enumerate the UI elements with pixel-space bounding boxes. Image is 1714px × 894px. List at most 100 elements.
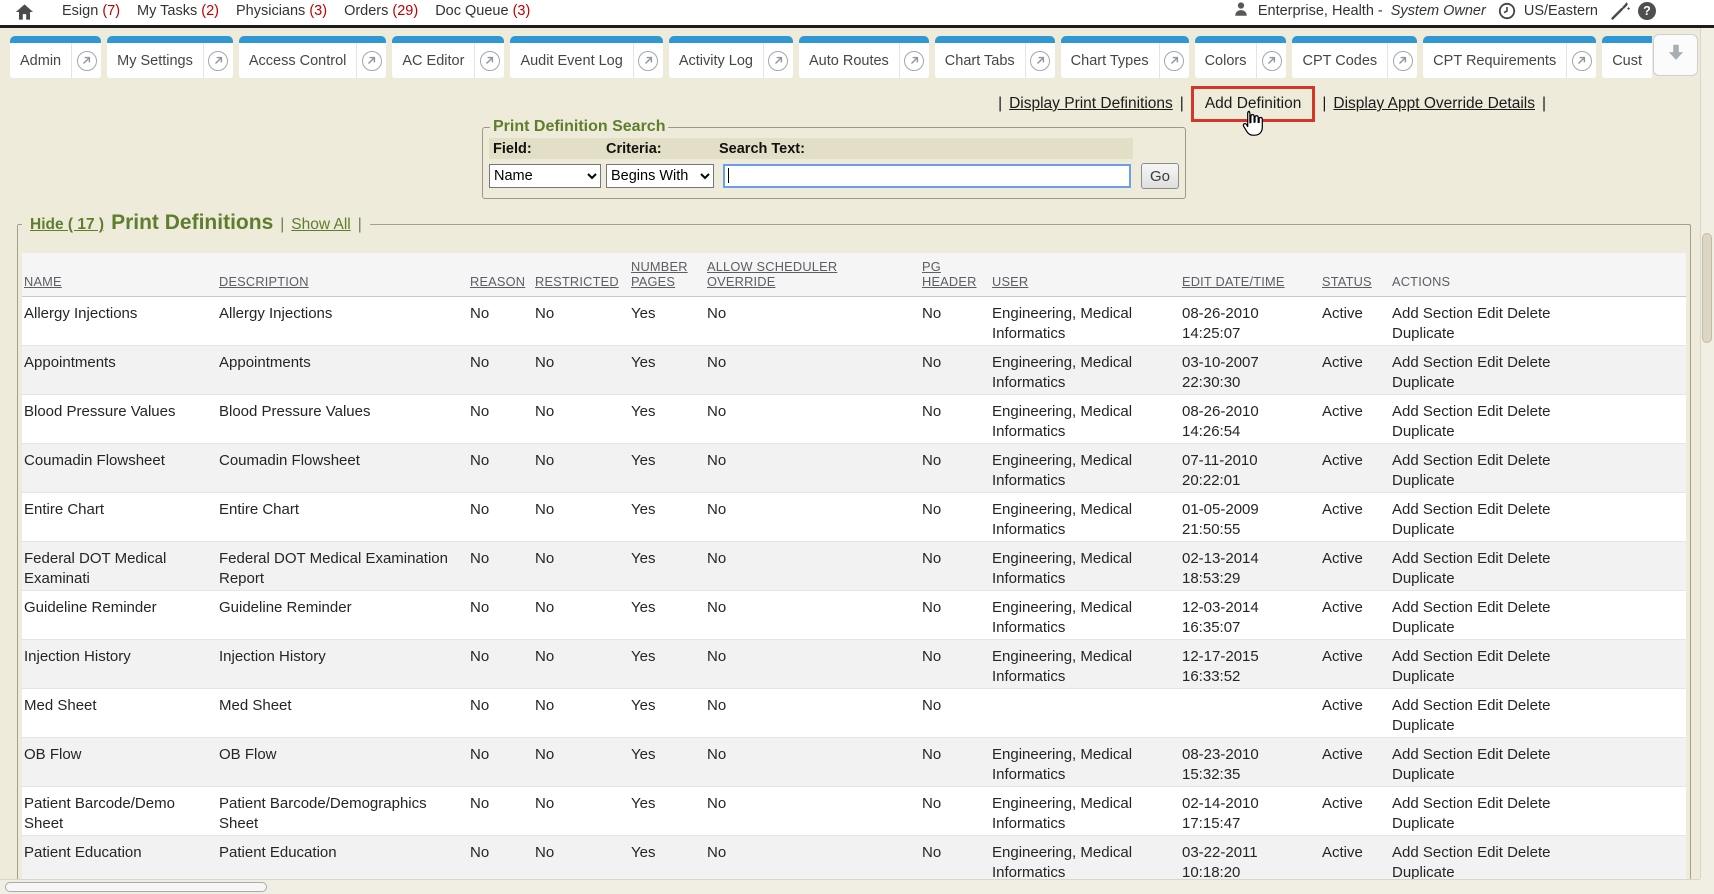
action-add-section-link[interactable]: Add Section xyxy=(1392,795,1473,812)
tab-audit-event-log[interactable]: Audit Event Log xyxy=(510,36,662,78)
action-edit-link[interactable]: Edit xyxy=(1477,305,1503,322)
column-header-edit-datetime[interactable]: EDIT DATE/TIME xyxy=(1180,253,1320,297)
action-edit-link[interactable]: Edit xyxy=(1477,648,1503,665)
action-add-section-link[interactable]: Add Section xyxy=(1392,746,1473,763)
action-add-section-link[interactable]: Add Section xyxy=(1392,305,1473,322)
open-in-new-icon[interactable] xyxy=(362,51,382,71)
open-in-new-icon[interactable] xyxy=(1030,51,1050,71)
tab-ac-editor[interactable]: AC Editor xyxy=(392,36,504,78)
column-header-name[interactable]: NAME xyxy=(22,253,217,297)
action-edit-link[interactable]: Edit xyxy=(1477,501,1503,518)
criteria-select[interactable]: Begins With xyxy=(606,164,714,188)
horizontal-scrollbar-thumb[interactable] xyxy=(5,882,267,892)
action-add-section-link[interactable]: Add Section xyxy=(1392,844,1473,861)
open-in-new-icon[interactable] xyxy=(768,51,788,71)
tab-cpt-codes[interactable]: CPT Codes xyxy=(1292,36,1417,78)
open-in-new-icon[interactable] xyxy=(1262,51,1282,71)
action-add-section-link[interactable]: Add Section xyxy=(1392,648,1473,665)
action-edit-link[interactable]: Edit xyxy=(1477,697,1503,714)
action-delete-link[interactable]: Delete xyxy=(1507,403,1550,420)
search-text-input[interactable] xyxy=(723,164,1131,188)
topbar-nav-item-esign[interactable]: Esign (7) xyxy=(62,3,120,19)
topbar-nav-item-doc-queue[interactable]: Doc Queue (3) xyxy=(435,3,530,19)
action-add-section-link[interactable]: Add Section xyxy=(1392,599,1473,616)
vertical-scrollbar[interactable] xyxy=(1700,28,1714,894)
action-edit-link[interactable]: Edit xyxy=(1477,795,1503,812)
column-header-restricted[interactable]: RESTRICTED xyxy=(533,253,629,297)
tab-admin[interactable]: Admin xyxy=(10,36,101,78)
column-header-allow-scheduler-override[interactable]: ALLOW SCHEDULEROVERRIDE xyxy=(705,253,920,297)
tab-auto-routes[interactable]: Auto Routes xyxy=(799,36,929,78)
wand-icon[interactable] xyxy=(1610,1,1630,21)
action-add-section-link[interactable]: Add Section xyxy=(1392,403,1473,420)
home-icon[interactable] xyxy=(14,2,35,21)
tab-chart-types[interactable]: Chart Types xyxy=(1061,36,1189,78)
action-delete-link[interactable]: Delete xyxy=(1507,746,1550,763)
action-duplicate-link[interactable]: Duplicate xyxy=(1392,766,1455,783)
action-add-section-link[interactable]: Add Section xyxy=(1392,354,1473,371)
open-in-new-icon[interactable] xyxy=(1164,51,1184,71)
action-add-section-link[interactable]: Add Section xyxy=(1392,501,1473,518)
action-delete-link[interactable]: Delete xyxy=(1507,550,1550,567)
open-in-new-icon[interactable] xyxy=(638,51,658,71)
action-duplicate-link[interactable]: Duplicate xyxy=(1392,815,1455,832)
field-select[interactable]: Name xyxy=(489,164,601,188)
action-delete-link[interactable]: Delete xyxy=(1507,305,1550,322)
action-delete-link[interactable]: Delete xyxy=(1507,599,1550,616)
topbar-nav-item-orders[interactable]: Orders (29) xyxy=(344,3,418,19)
open-in-new-icon[interactable] xyxy=(480,51,500,71)
action-delete-link[interactable]: Delete xyxy=(1507,648,1550,665)
action-edit-link[interactable]: Edit xyxy=(1477,746,1503,763)
action-delete-link[interactable]: Delete xyxy=(1507,354,1550,371)
action-duplicate-link[interactable]: Duplicate xyxy=(1392,472,1455,489)
action-duplicate-link[interactable]: Duplicate xyxy=(1392,325,1455,342)
tab-chart-tabs[interactable]: Chart Tabs xyxy=(935,36,1055,78)
tab-cpt-requirements[interactable]: CPT Requirements xyxy=(1423,36,1596,78)
action-duplicate-link[interactable]: Duplicate xyxy=(1392,570,1455,587)
action-edit-link[interactable]: Edit xyxy=(1477,452,1503,469)
action-delete-link[interactable]: Delete xyxy=(1507,697,1550,714)
action-edit-link[interactable]: Edit xyxy=(1477,354,1503,371)
action-delete-link[interactable]: Delete xyxy=(1507,452,1550,469)
action-duplicate-link[interactable]: Duplicate xyxy=(1392,619,1455,636)
column-header-pg-header[interactable]: PGHEADER xyxy=(920,253,990,297)
column-header-status[interactable]: STATUS xyxy=(1320,253,1390,297)
action-duplicate-link[interactable]: Duplicate xyxy=(1392,423,1455,440)
action-edit-link[interactable]: Edit xyxy=(1477,403,1503,420)
action-duplicate-link[interactable]: Duplicate xyxy=(1392,521,1455,538)
column-header-number-pages[interactable]: NUMBERPAGES xyxy=(629,253,705,297)
action-duplicate-link[interactable]: Duplicate xyxy=(1392,668,1455,685)
tab-activity-log[interactable]: Activity Log xyxy=(669,36,793,78)
tab-my-settings[interactable]: My Settings xyxy=(107,36,233,78)
action-delete-link[interactable]: Delete xyxy=(1507,844,1550,861)
add-definition-link[interactable]: Add Definition xyxy=(1191,86,1316,122)
topbar-nav-item-physicians[interactable]: Physicians (3) xyxy=(236,3,327,19)
open-in-new-icon[interactable] xyxy=(1393,51,1413,71)
vertical-scrollbar-thumb[interactable] xyxy=(1702,233,1712,343)
tab-access-control[interactable]: Access Control xyxy=(239,36,387,78)
action-duplicate-link[interactable]: Duplicate xyxy=(1392,374,1455,391)
action-add-section-link[interactable]: Add Section xyxy=(1392,550,1473,567)
topbar-nav-item-my-tasks[interactable]: My Tasks (2) xyxy=(137,3,219,19)
go-button[interactable]: Go xyxy=(1141,163,1179,189)
tab-overflow-button[interactable] xyxy=(1653,34,1698,76)
open-in-new-icon[interactable] xyxy=(77,51,97,71)
open-in-new-icon[interactable] xyxy=(904,51,924,71)
action-duplicate-link[interactable]: Duplicate xyxy=(1392,864,1455,881)
action-delete-link[interactable]: Delete xyxy=(1507,795,1550,812)
open-in-new-icon[interactable] xyxy=(1572,51,1592,71)
column-header-reason[interactable]: REASON xyxy=(468,253,533,297)
show-all-link[interactable]: Show All xyxy=(291,216,350,234)
display-print-definitions-link[interactable]: Display Print Definitions xyxy=(1009,95,1173,113)
action-edit-link[interactable]: Edit xyxy=(1477,599,1503,616)
action-edit-link[interactable]: Edit xyxy=(1477,550,1503,567)
action-add-section-link[interactable]: Add Section xyxy=(1392,452,1473,469)
help-icon[interactable]: ? xyxy=(1638,2,1656,20)
column-header-description[interactable]: DESCRIPTION xyxy=(217,253,468,297)
hide-link[interactable]: Hide ( 17 ) xyxy=(30,216,104,234)
display-appt-override-link[interactable]: Display Appt Override Details xyxy=(1333,95,1535,113)
action-delete-link[interactable]: Delete xyxy=(1507,501,1550,518)
action-duplicate-link[interactable]: Duplicate xyxy=(1392,717,1455,734)
tab-colors[interactable]: Colors xyxy=(1195,36,1287,78)
action-add-section-link[interactable]: Add Section xyxy=(1392,697,1473,714)
